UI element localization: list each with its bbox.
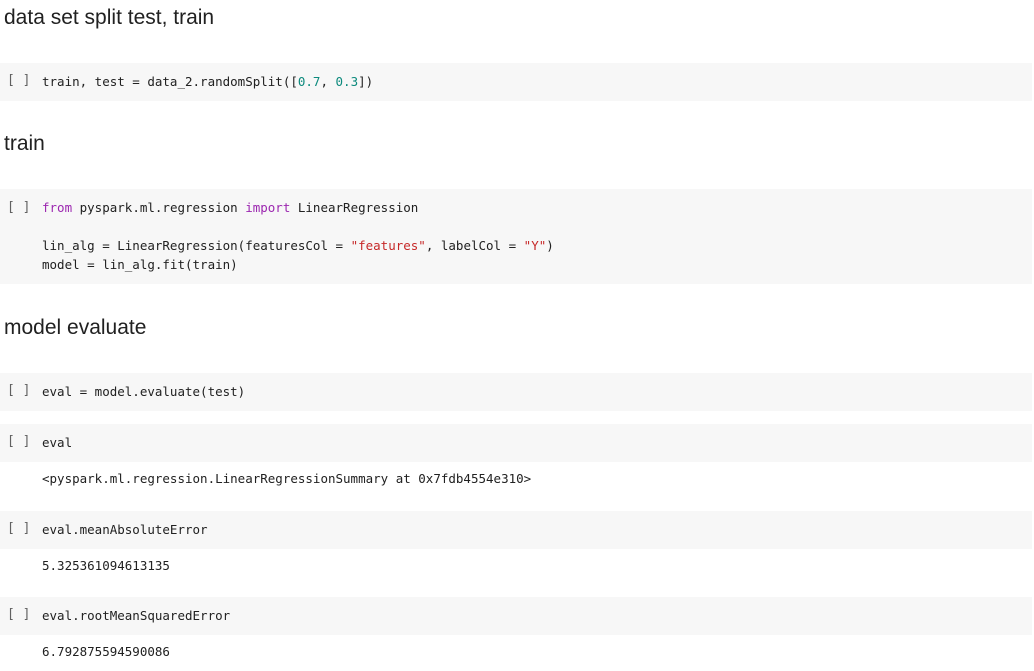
section-heading-split: data set split test, train xyxy=(4,6,215,29)
cell-output-eval: <pyspark.ml.regression.LinearRegressionS… xyxy=(42,471,532,486)
code-cell-mae[interactable]: [ ] eval.meanAbsoluteError xyxy=(0,511,1032,549)
code-cell-eval[interactable]: [ ] eval xyxy=(0,424,1032,462)
run-cell-button[interactable]: [ ] xyxy=(7,383,30,398)
cell-output-mae: 5.325361094613135 xyxy=(42,558,170,573)
code-editor[interactable]: eval xyxy=(42,433,72,452)
code-editor[interactable]: train, test = data_2.randomSplit([0.7, 0… xyxy=(42,72,373,91)
code-number: 0.3 xyxy=(335,74,359,89)
run-cell-button[interactable]: [ ] xyxy=(7,521,30,536)
code-text: eval.rootMeanSquaredError xyxy=(42,608,231,623)
code-text: ]) xyxy=(358,74,374,89)
code-number: 0.7 xyxy=(297,74,321,89)
code-keyword: import xyxy=(245,200,291,215)
code-text: ) xyxy=(546,238,554,253)
run-cell-button[interactable]: [ ] xyxy=(7,73,30,88)
code-text: model = lin_alg.fit(train) xyxy=(42,257,238,272)
code-text: pyspark.ml.regression xyxy=(72,200,246,215)
run-cell-button[interactable]: [ ] xyxy=(7,434,30,449)
code-editor[interactable]: eval.rootMeanSquaredError xyxy=(42,606,230,625)
code-editor[interactable]: from pyspark.ml.regression import Linear… xyxy=(42,198,554,274)
code-text: eval = model.evaluate(test) xyxy=(42,384,246,399)
code-text: , labelCol = xyxy=(425,238,524,253)
section-heading-train: train xyxy=(4,132,45,155)
code-text: LinearRegression xyxy=(290,200,419,215)
code-string: "features" xyxy=(350,238,426,253)
code-keyword: from xyxy=(42,200,73,215)
code-text: eval.meanAbsoluteError xyxy=(42,522,208,537)
code-text: train, test = data_2.randomSplit([ xyxy=(42,74,298,89)
run-cell-button[interactable]: [ ] xyxy=(7,607,30,622)
cell-output-rmse: 6.792875594590086 xyxy=(42,644,170,659)
run-cell-button[interactable]: [ ] xyxy=(7,200,30,215)
code-editor[interactable]: eval.meanAbsoluteError xyxy=(42,520,208,539)
code-cell-rmse[interactable]: [ ] eval.rootMeanSquaredError xyxy=(0,597,1032,635)
section-heading-evaluate: model evaluate xyxy=(4,316,147,339)
code-string: "Y" xyxy=(523,238,547,253)
code-text: lin_alg = LinearRegression(featuresCol = xyxy=(42,238,351,253)
code-cell-split[interactable]: [ ] train, test = data_2.randomSplit([0.… xyxy=(0,63,1032,101)
code-text: , xyxy=(320,74,336,89)
code-editor[interactable]: eval = model.evaluate(test) xyxy=(42,382,245,401)
code-cell-evaluate[interactable]: [ ] eval = model.evaluate(test) xyxy=(0,373,1032,411)
code-cell-train[interactable]: [ ] from pyspark.ml.regression import Li… xyxy=(0,189,1032,284)
code-text: eval xyxy=(42,435,73,450)
